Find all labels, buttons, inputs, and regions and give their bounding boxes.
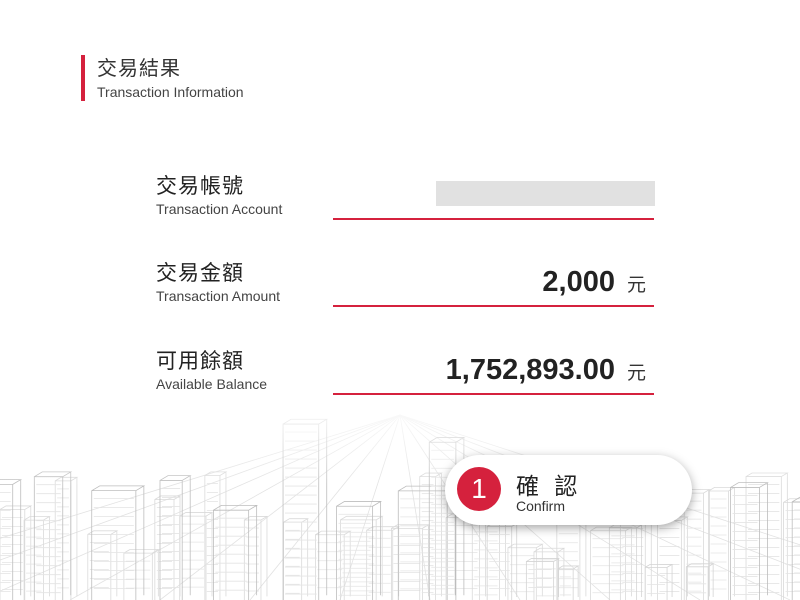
transaction-amount-value: 2,000 — [542, 266, 615, 298]
transaction-account-label-en: Transaction Account — [156, 201, 283, 217]
transaction-amount-field: 2,000 元 — [333, 263, 654, 307]
transaction-account-label: 交易帳號 Transaction Account — [156, 173, 282, 218]
header-accent-bar — [81, 55, 85, 101]
available-balance-label: 可用餘額 Available Balance — [156, 348, 267, 393]
transaction-amount-label-en: Transaction Amount — [156, 288, 280, 304]
available-balance-unit: 元 — [626, 362, 646, 384]
confirm-number-badge: 1 — [457, 467, 501, 511]
transaction-account-field — [333, 176, 655, 220]
section-header: 交易結果 Transaction Information — [81, 55, 244, 101]
available-balance-field: 1,752,893.00 元 — [333, 351, 654, 395]
transaction-account-label-zh: 交易帳號 — [156, 174, 244, 198]
confirm-label-en: Confirm — [516, 498, 566, 514]
transaction-amount-display: 2,000 元 — [542, 266, 646, 299]
transaction-amount-unit: 元 — [626, 274, 646, 296]
confirm-button[interactable]: 1 確 認 Confirm — [445, 455, 692, 525]
page-subtitle: Transaction Information — [97, 84, 244, 100]
available-balance-display: 1,752,893.00 元 — [446, 354, 646, 387]
transaction-amount-label: 交易金額 Transaction Amount — [156, 260, 280, 305]
page-title: 交易結果 — [97, 56, 181, 80]
available-balance-label-en: Available Balance — [156, 376, 268, 392]
confirm-label-zh: 確 認 — [516, 474, 582, 500]
available-balance-label-zh: 可用餘額 — [156, 349, 244, 373]
transaction-amount-label-zh: 交易金額 — [156, 261, 244, 285]
available-balance-value: 1,752,893.00 — [445, 354, 615, 386]
masked-account-number — [436, 181, 655, 206]
